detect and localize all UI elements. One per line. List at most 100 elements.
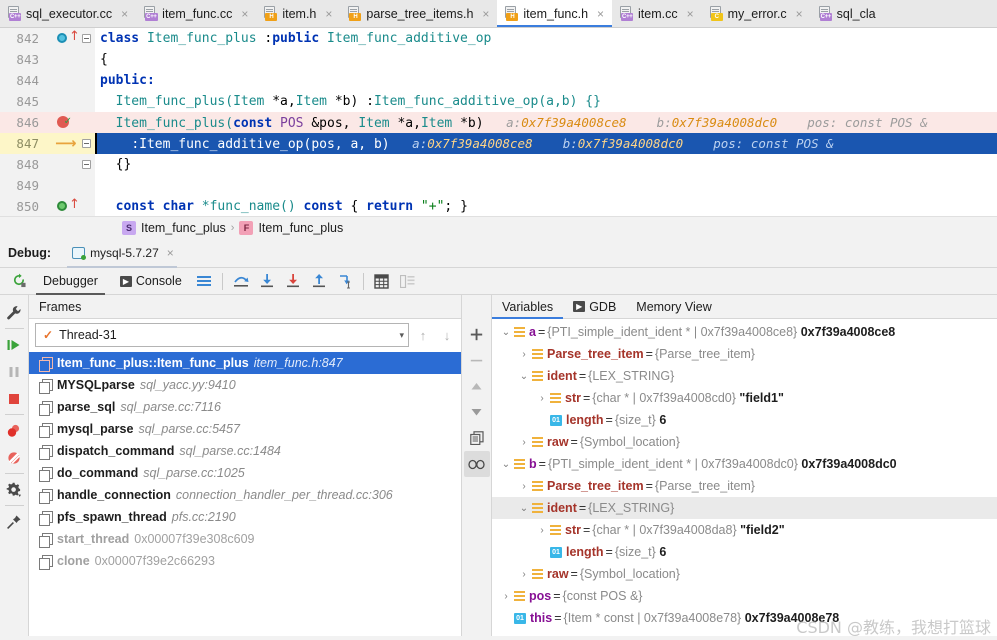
code-line-845[interactable]: 845 Item_func_plus(Item *a,Item *b) :Ite… (0, 91, 997, 112)
chevron-right-icon[interactable]: › (516, 437, 532, 448)
gutter-empty[interactable] (45, 154, 80, 175)
gutter-empty[interactable] (45, 49, 80, 70)
gutter-empty[interactable] (45, 175, 80, 196)
run-to-cursor-icon[interactable] (332, 270, 358, 292)
view-breakpoints-icon[interactable] (1, 417, 28, 444)
watches-icon[interactable] (463, 451, 490, 477)
fold-marker[interactable] (80, 175, 95, 196)
force-step-into-icon[interactable] (280, 270, 306, 292)
step-into-icon[interactable] (254, 270, 280, 292)
chevron-right-icon[interactable]: › (534, 525, 550, 536)
up-icon[interactable] (464, 373, 490, 399)
pause-program-icon[interactable] (1, 358, 28, 385)
tab-gdb[interactable]: ▶ GDB (563, 295, 626, 319)
code-line-843[interactable]: 843 { (0, 49, 997, 70)
breakpoint-icon[interactable] (45, 111, 80, 133)
frame-up-button[interactable]: ↑ (413, 328, 433, 343)
close-icon[interactable]: × (595, 8, 606, 20)
resume-program-icon[interactable] (1, 331, 28, 358)
frame-list-item[interactable]: do_command sql_parse.cc:1025 (29, 462, 461, 484)
fold-marker[interactable] (80, 133, 95, 154)
tab-console[interactable]: ▶ Console (111, 268, 191, 295)
code-editor[interactable]: 842 ↑ class Item_func_plus :public Item_… (0, 28, 997, 238)
thread-dropdown[interactable]: ✓ Thread-31 ▾ (35, 323, 409, 347)
fold-marker[interactable] (80, 49, 95, 70)
frame-list-item[interactable]: parse_sql sql_parse.cc:7116 (29, 396, 461, 418)
close-icon[interactable]: × (794, 8, 805, 20)
fold-marker[interactable] (80, 70, 95, 91)
pin-icon[interactable] (1, 508, 28, 535)
code-line-848[interactable]: 848 {} (0, 154, 997, 175)
debug-session-tab[interactable]: mysql-5.7.27 × (63, 238, 181, 268)
variable-row[interactable]: › raw = {Symbol_location} (492, 431, 997, 453)
chevron-down-icon[interactable]: ⌄ (516, 503, 532, 514)
stop-icon[interactable] (1, 385, 28, 412)
frame-list-item[interactable]: clone 0x00007f39e2c66293 (29, 550, 461, 572)
close-icon[interactable]: × (685, 8, 696, 20)
breadcrumb-class[interactable]: Item_func_plus (141, 221, 226, 235)
variable-row[interactable]: › Parse_tree_item = {Parse_tree_item} (492, 343, 997, 365)
editor-tab-item-func-h[interactable]: Hitem_func.h × (497, 0, 613, 27)
gutter-empty[interactable] (45, 70, 80, 91)
gutter-override-icon[interactable]: ↑ (45, 196, 80, 217)
chevron-right-icon[interactable]: › (516, 481, 532, 492)
evaluate-expression-icon[interactable] (369, 270, 395, 292)
variable-row[interactable]: › raw = {Symbol_location} (492, 563, 997, 585)
frame-list-item[interactable]: Item_func_plus::Item_func_plus item_func.… (29, 352, 461, 374)
view-breakpoints-icon[interactable] (191, 270, 217, 292)
chevron-right-icon[interactable]: › (516, 349, 532, 360)
remove-watch-icon[interactable] (464, 347, 490, 373)
code-line-849[interactable]: 849 (0, 175, 997, 196)
frame-list-item[interactable]: dispatch_command sql_parse.cc:1484 (29, 440, 461, 462)
variable-row[interactable]: ⌄ a = {PTI_simple_ident_ident * | 0x7f39a40… (492, 321, 997, 343)
frame-list-item[interactable]: MYSQLparse sql_yacc.yy:9410 (29, 374, 461, 396)
frame-list-item[interactable]: mysql_parse sql_parse.cc:5457 (29, 418, 461, 440)
close-icon[interactable]: × (323, 8, 334, 20)
code-line-847[interactable]: 847 ⟶ :Item_func_additive_op(pos, a, b) … (0, 133, 997, 154)
variable-row[interactable]: 01 length = {size_t} 6 (492, 541, 997, 563)
fold-marker[interactable] (80, 28, 95, 49)
code-line-842[interactable]: 842 ↑ class Item_func_plus :public Item_… (0, 28, 997, 49)
fold-marker[interactable] (80, 154, 95, 175)
editor-tab-my-error-c[interactable]: Cmy_error.c × (702, 0, 811, 27)
chevron-down-icon[interactable]: ⌄ (516, 371, 532, 382)
frame-list-item[interactable]: handle_connection connection_handler_per_… (29, 484, 461, 506)
frames-list[interactable]: Item_func_plus::Item_func_plus item_func.… (29, 351, 461, 640)
gutter-override-icon[interactable]: ↑ (45, 28, 80, 49)
editor-tab-item-cc[interactable]: C++ item.cc × (612, 0, 702, 27)
variable-row[interactable]: ⌄ ident = {LEX_STRING} (492, 365, 997, 387)
chevron-down-icon[interactable]: ⌄ (498, 327, 514, 338)
variable-row[interactable]: 01 length = {size_t} 6 (492, 409, 997, 431)
code-line-850[interactable]: 850 ↑ const char *func_name() const { re… (0, 196, 997, 217)
chevron-right-icon[interactable]: › (498, 591, 514, 602)
variables-tree[interactable]: ⌄ a = {PTI_simple_ident_ident * | 0x7f39a40… (492, 319, 997, 640)
chevron-down-icon[interactable]: ⌄ (498, 459, 514, 470)
copy-icon[interactable] (464, 425, 490, 451)
settings-icon[interactable] (1, 476, 28, 503)
breadcrumb-method[interactable]: Item_func_plus (258, 221, 343, 235)
fold-marker[interactable] (80, 196, 95, 217)
gutter-empty[interactable] (45, 91, 80, 112)
close-icon[interactable]: × (119, 8, 130, 20)
close-icon[interactable]: × (167, 246, 174, 260)
variable-row[interactable]: › Parse_tree_item = {Parse_tree_item} (492, 475, 997, 497)
down-icon[interactable] (464, 399, 490, 425)
frame-list-item[interactable]: pfs_spawn_thread pfs.cc:2190 (29, 506, 461, 528)
code-line-844[interactable]: 844 public: (0, 70, 997, 91)
variable-row[interactable]: › str = {char * | 0x7f39a4008cd0} "field1" (492, 387, 997, 409)
variable-row[interactable]: ⌄ b = {PTI_simple_ident_ident * | 0x7f39a40… (492, 453, 997, 475)
variable-row[interactable]: 01 this = {Item * const | 0x7f39a4008e78} 0… (492, 607, 997, 629)
frame-list-item[interactable]: start_thread 0x00007f39e308c609 (29, 528, 461, 550)
variable-row[interactable]: › pos = {const POS &} (492, 585, 997, 607)
layout-icon[interactable] (395, 270, 421, 292)
close-icon[interactable]: × (480, 8, 491, 20)
mute-breakpoints-icon[interactable] (1, 444, 28, 471)
tab-memory-view[interactable]: Memory View (626, 295, 721, 319)
chevron-right-icon[interactable]: › (534, 393, 550, 404)
fold-marker[interactable] (80, 112, 95, 133)
editor-tab-sql-executor-cc[interactable]: C++ sql_executor.cc × (0, 0, 136, 27)
chevron-down-icon[interactable]: ▾ (399, 330, 404, 341)
editor-tab-parse-tree-items-h[interactable]: Hparse_tree_items.h × (340, 0, 497, 27)
tab-debugger[interactable]: Debugger (34, 268, 107, 295)
editor-tab-item-func-cc[interactable]: C++ item_func.cc × (136, 0, 256, 27)
